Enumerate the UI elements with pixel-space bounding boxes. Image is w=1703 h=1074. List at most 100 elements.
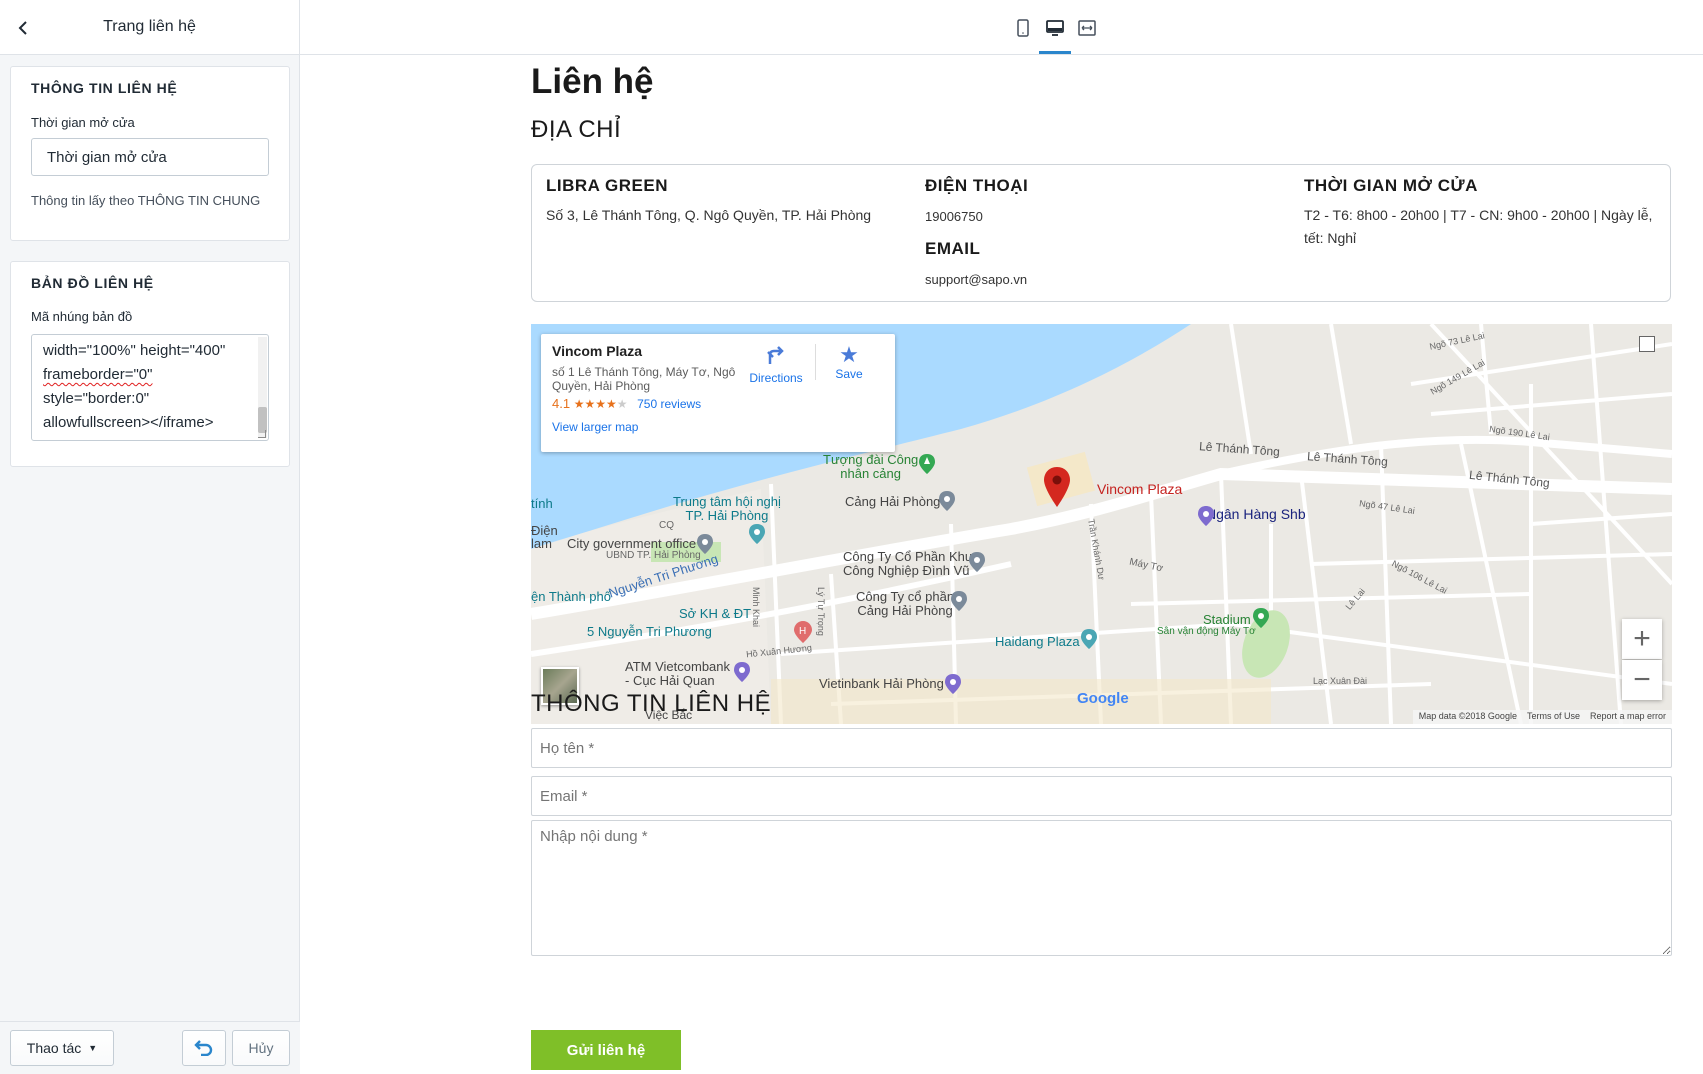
contact-info-box: LIBRA GREEN Số 3, Lê Thánh Tông, Q. Ngô … [531, 164, 1671, 302]
zoom-out-button[interactable]: − [1622, 660, 1662, 700]
atm-pin-icon [734, 662, 750, 687]
mobile-icon[interactable] [1011, 16, 1035, 40]
map-embed-label: Mã nhúng bản đồ [31, 309, 133, 324]
star-icon: ★ [839, 342, 859, 367]
directions-button[interactable]: Directions [746, 344, 806, 385]
company-name: LIBRA GREEN [546, 176, 668, 195]
street-ly-tu-trong: Lý Tự Trọng [816, 587, 826, 636]
map-label-tinh: tính [531, 496, 553, 511]
map-embed-card: BẢN ĐỒ LIÊN HỆ Mã nhúng bản đồ width="10… [10, 261, 290, 467]
hours-heading: THỜI GIAN MỞ CỬA [1304, 176, 1478, 195]
sidebar-footer: Thao tác ▼ Hủy [0, 1021, 300, 1074]
google-logo: Google [1077, 690, 1129, 707]
map-label-trung-tam-line1: Trung tâm hội nghị [673, 494, 781, 509]
stadium-pin-icon [1253, 608, 1269, 633]
code-line-3: style="border:0" [43, 390, 150, 407]
code-line-1: width="100%" height="400" [43, 342, 226, 359]
opening-hours-input[interactable] [31, 138, 269, 176]
rating-value: 4.1 [552, 396, 571, 411]
map-label-cty-cang: Công Ty cổ phần Cảng Hải Phòng [856, 590, 954, 618]
google-map[interactable]: Vincom Plaza số 1 Lê Thánh Tông, Máy Tơ,… [531, 324, 1672, 724]
larger-map-link[interactable]: View larger map [552, 420, 638, 434]
message-textarea[interactable] [531, 820, 1672, 956]
directions-icon [765, 346, 787, 370]
plus-icon: + [1633, 622, 1651, 655]
map-label-atm: ATM Vietcombank - Cục Hải Quan [625, 660, 730, 688]
save-place-button[interactable]: ★ Save [824, 342, 874, 382]
save-label: Save [835, 367, 863, 381]
email-value: support@sapo.vn [925, 272, 1028, 287]
report-link[interactable]: Report a map error [1590, 711, 1666, 723]
rating-stars: ★★★★ [573, 397, 617, 411]
map-label-trung-tam-line2: TP. Hải Phòng [685, 508, 769, 523]
resize-grip-icon[interactable] [258, 430, 266, 438]
phone-heading: ĐIỆN THOẠI [925, 176, 1029, 195]
map-label-5-ntp: 5 Nguyễn Tri Phương [587, 624, 712, 639]
email-input[interactable] [531, 776, 1672, 816]
map-label-atm-line1: ATM Vietcombank [625, 659, 731, 674]
company-address: Số 3, Lê Thánh Tông, Q. Ngô Quyền, TP. H… [546, 207, 872, 223]
map-label-vincom: Vincom Plaza [1097, 481, 1183, 497]
zoom-in-button[interactable]: + [1622, 619, 1662, 659]
street-lac-xuan-dai: Lạc Xuân Đài [1313, 676, 1368, 686]
map-label-lam: lam [531, 536, 552, 551]
contact-info-help: Thông tin lấy theo THÔNG TIN CHUNG [31, 193, 261, 208]
map-label-san-van-dong: Sân vận động Máy Tơ [1157, 626, 1256, 637]
place-card: Vincom Plaza số 1 Lê Thánh Tông, Máy Tơ,… [541, 334, 895, 452]
vincom-pin-icon[interactable] [1044, 467, 1070, 512]
page-preview: Liên hệ ĐỊA CHỈ LIBRA GREEN Số 3, Lê Thá… [300, 56, 1703, 1074]
map-label-cang: Cảng Hải Phòng [845, 494, 941, 509]
card-divider [815, 344, 816, 380]
name-input[interactable] [531, 728, 1672, 768]
fullwidth-icon[interactable] [1075, 16, 1099, 40]
address-heading: ĐỊA CHỈ [531, 116, 622, 143]
sidebar-title: Trang liên hệ [103, 18, 196, 35]
undo-button[interactable] [182, 1030, 226, 1066]
map-label-cty-cang-line2: Cảng Hải Phòng [857, 603, 953, 618]
google-logo-text: Google [1077, 690, 1129, 707]
rating-star-empty: ★ [616, 397, 628, 411]
map-label-city-gov: City government office [567, 536, 697, 551]
map-label-cty-khu-line2: Công Nghiệp Đình Vũ [843, 563, 970, 578]
actions-dropdown-button[interactable]: Thao tác ▼ [10, 1030, 114, 1066]
reviews-link[interactable]: 750 reviews [637, 397, 701, 411]
map-label-tuong-dai-line2: nhân cảng [840, 466, 901, 481]
settings-sidebar: Trang liên hệ THÔNG TIN LIÊN HỆ Thời gia… [0, 0, 300, 1074]
map-label-stadium: Stadium [1203, 612, 1251, 627]
code-line-2: frameborder="0" [43, 366, 153, 383]
code-line-4: allowfullscreen></iframe> [43, 414, 214, 431]
map-label-vietinbank: Vietinbank Hải Phòng [819, 676, 944, 691]
map-data-text: Map data ©2018 Google [1418, 711, 1517, 721]
actions-label: Thao tác [26, 1040, 82, 1056]
bank-pin-icon [1198, 506, 1214, 531]
map-embed-textarea[interactable]: width="100%" height="400" frameborder="0… [31, 334, 269, 441]
map-label-thanh-pho: ện Thành phố [531, 589, 611, 604]
directions-label: Directions [749, 371, 803, 385]
map-label-co: CQ [659, 520, 674, 531]
opening-hours-label: Thời gian mở cửa [31, 115, 135, 130]
active-device-indicator [1039, 51, 1071, 54]
conference-pin-icon [749, 524, 765, 549]
company-pin-icon [969, 552, 985, 577]
map-label-haidang: Haidang Plaza [995, 634, 1080, 649]
terms-link[interactable]: Terms of Use [1527, 711, 1580, 723]
device-toolbar [300, 0, 1703, 55]
email-heading: EMAIL [925, 239, 981, 258]
place-address: số 1 Lê Thánh Tông, Máy Tơ, Ngô Quyền, H… [552, 365, 736, 393]
contact-info-card: THÔNG TIN LIÊN HỆ Thời gian mở cửa Thông… [10, 66, 290, 241]
fullscreen-icon[interactable] [1639, 336, 1655, 352]
form-heading: THÔNG TIN LIÊN HỆ [531, 690, 772, 717]
hours-value: T2 - T6: 8h00 - 20h00 | T7 - CN: 9h00 - … [1304, 207, 1653, 246]
contact-info-heading: THÔNG TIN LIÊN HỆ [31, 80, 178, 96]
map-label-ngan-hang: Ngân Hàng Shb [1206, 506, 1306, 522]
map-label-tuong-dai: Tượng đài Công nhân cảng [823, 453, 918, 481]
place-rating: 4.1 ★★★★★ 750 reviews [552, 396, 701, 411]
phone-value: 19006750 [925, 209, 983, 224]
cancel-button[interactable]: Hủy [232, 1030, 290, 1066]
minus-icon: − [1633, 663, 1651, 696]
submit-button[interactable]: Gửi liên hệ [531, 1030, 681, 1070]
desktop-icon[interactable] [1043, 16, 1067, 40]
street-minh-khai: Minh Khai [751, 587, 761, 628]
port-pin-icon [939, 491, 955, 516]
sidebar-header: Trang liên hệ [0, 0, 299, 55]
